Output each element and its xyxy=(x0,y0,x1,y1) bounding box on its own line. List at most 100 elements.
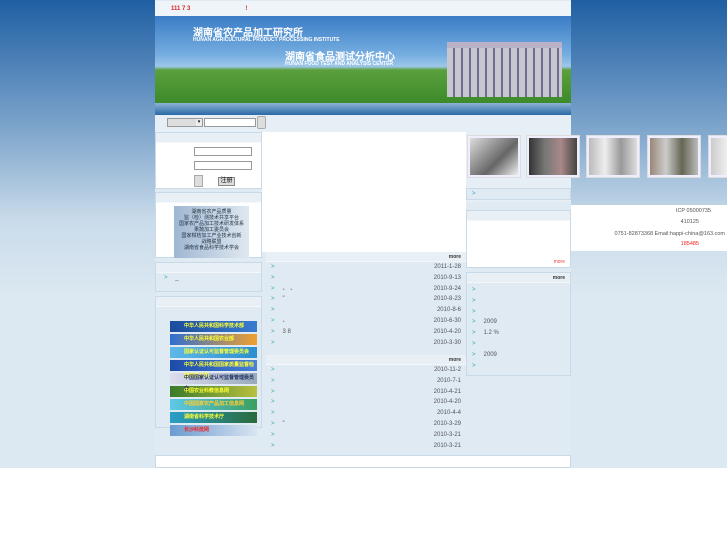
arrow-icon: > xyxy=(271,307,275,314)
list-item[interactable]: >2009 xyxy=(467,350,570,361)
arrow-icon: > xyxy=(271,296,275,303)
org-link[interactable]: 湖南省食品科学技术学会 xyxy=(174,245,249,251)
more-link[interactable]: more xyxy=(554,259,565,265)
more-link[interactable]: more xyxy=(449,357,461,363)
arrow-icon: > xyxy=(271,431,275,438)
list-item[interactable]: > xyxy=(467,296,570,307)
left-list-box: > _ xyxy=(155,262,262,292)
right-link-row: > xyxy=(466,188,571,200)
contact-info: 0751-82873368 Email:happi-china@163.com xyxy=(614,231,725,237)
list-item[interactable]: >2011-1-28 xyxy=(266,262,466,273)
item-date: 2010-8-23 xyxy=(433,296,461,303)
link-banner[interactable]: 湖南省科学技术厅 xyxy=(170,412,257,423)
list-item[interactable]: >2010-4-21 xyxy=(266,387,466,398)
arrow-icon: > xyxy=(271,339,275,346)
list-item[interactable]: >2010-9-13 xyxy=(266,273,466,284)
photo-carousel xyxy=(466,135,727,178)
list-item[interactable]: >2010-3-30 xyxy=(266,338,466,349)
password-input[interactable] xyxy=(194,161,252,170)
username-input[interactable] xyxy=(194,147,252,156)
list-item[interactable]: >2010-11-2 xyxy=(266,365,466,376)
list-item[interactable]: >2010-8-6 xyxy=(266,305,466,316)
arrow-icon: > xyxy=(472,330,476,337)
banner-title-en: HUNAN AGRICULTURAL PRODUCT PROCESSING IN… xyxy=(193,37,340,43)
link-banner[interactable]: 中国农业科教信息网 xyxy=(170,386,257,397)
item-title: 2009 xyxy=(483,319,497,326)
arrow-icon: > xyxy=(472,308,476,315)
item-date: 2010-4-4 xyxy=(436,410,461,417)
item-date: 2010-7-1 xyxy=(436,377,461,384)
link-banner[interactable]: 中国国家农产品加工信息网 xyxy=(170,399,257,410)
lab-photo[interactable] xyxy=(586,135,640,178)
list-item[interactable]: > xyxy=(467,189,570,200)
register-button[interactable]: 注册 xyxy=(218,177,235,186)
list-item[interactable]: >2010-3-21 xyxy=(266,441,466,452)
page-container: 111 7 3! 湖南省农产品加工研究所 HUNAN AGRICULTURAL … xyxy=(155,0,571,468)
list-item[interactable]: >2010-4-4 xyxy=(266,408,466,419)
lab-photo[interactable] xyxy=(467,135,521,178)
item-date: 2010-4-20 xyxy=(433,328,461,335)
login-button[interactable] xyxy=(194,175,203,187)
building-image xyxy=(447,42,562,97)
arrow-icon: > xyxy=(271,442,275,449)
arrow-icon: > xyxy=(271,285,275,292)
list-item[interactable]: >2009 xyxy=(467,317,570,328)
arrow-icon: > xyxy=(271,420,275,427)
list-item[interactable]: >2010-4-20 xyxy=(266,397,466,408)
list-item[interactable]: > xyxy=(467,339,570,350)
item-date: 2010-3-30 xyxy=(433,339,461,346)
more-link[interactable]: more xyxy=(553,275,565,281)
list-item[interactable]: >1.2 % xyxy=(467,328,570,339)
search-category-select[interactable]: ▾ xyxy=(167,118,203,127)
arrow-icon: > xyxy=(472,351,476,358)
item-title: 、 、 xyxy=(282,285,297,292)
list-item[interactable]: >2010-3-21 xyxy=(266,430,466,441)
link-banner[interactable]: 中国国家认证认可监督管理委员会 xyxy=(170,373,257,392)
list-item[interactable]: >3 8 2010-4-20 xyxy=(266,327,466,338)
arrow-icon: > xyxy=(271,377,275,384)
arrow-icon: > xyxy=(271,399,275,406)
arrow-icon: > xyxy=(271,367,275,373)
list-item[interactable]: > _ xyxy=(156,273,261,284)
org-links: 湖南省农产品质量 监（检）测技术共享平台 国家农产品加工技术研发体系 果蔬加工委… xyxy=(174,206,249,258)
item-date: 2010-4-21 xyxy=(433,388,461,395)
arrow-icon: > xyxy=(472,340,476,347)
search-input[interactable] xyxy=(204,118,256,127)
item-date: 2011-1-28 xyxy=(434,264,461,270)
arrow-icon: > xyxy=(271,410,275,417)
item-title: 3 8 xyxy=(282,328,291,335)
arrow-icon: > xyxy=(472,287,476,293)
list-item[interactable]: > xyxy=(467,285,570,296)
search-button[interactable] xyxy=(257,116,266,129)
right-info-box: more xyxy=(466,210,571,268)
arrow-icon: > xyxy=(472,319,476,326)
lab-photo[interactable] xyxy=(526,135,580,178)
link-banner[interactable]: 长沙科技网 xyxy=(170,425,257,436)
list-item[interactable]: > " 2010-8-23 xyxy=(266,294,466,305)
list-item[interactable]: > xyxy=(467,307,570,318)
news-list-1: more >2011-1-28 >2010-9-13 >、 、 2010-9-24 > "… xyxy=(266,252,466,349)
lab-photo[interactable] xyxy=(647,135,701,178)
list-item[interactable]: > " 2010-3-29 xyxy=(266,419,466,430)
link-banner[interactable]: 中华人民共和国科学技术部 xyxy=(170,321,257,332)
links-box: 中华人民共和国科学技术部 中华人民共和国农业部 国家认证认可监督管理委员会 中华… xyxy=(155,296,262,436)
bottom-bar xyxy=(155,455,571,468)
login-box: 注册 xyxy=(155,132,262,189)
more-link[interactable]: more xyxy=(449,254,461,260)
list-item[interactable]: > 、 、 2010-9-24 xyxy=(266,284,466,295)
item-title: 、 xyxy=(282,317,289,324)
link-banner[interactable]: 国家认证认可监督管理委员会 xyxy=(170,347,257,358)
link-banner[interactable]: 中华人民共和国国家质量监督检验检疫总局 xyxy=(170,360,257,379)
nav-strip xyxy=(155,103,571,115)
lab-photo[interactable] xyxy=(708,135,727,178)
top-notice: 111 7 3 xyxy=(171,6,191,12)
top-alert: ! xyxy=(245,6,248,12)
item-title: " xyxy=(282,420,285,427)
list-item[interactable]: > xyxy=(467,361,570,372)
link-banner[interactable]: 中华人民共和国农业部 xyxy=(170,334,257,345)
list-item[interactable]: >2010-7-1 xyxy=(266,376,466,387)
item-date: 2010-11-2 xyxy=(434,367,461,373)
icp-number: ICP 05000735 xyxy=(675,208,711,214)
right-news-list: more > > > >2009 >1.2 % > >2009 > xyxy=(466,272,571,376)
list-item[interactable]: > 、 2010-6-30 xyxy=(266,316,466,327)
